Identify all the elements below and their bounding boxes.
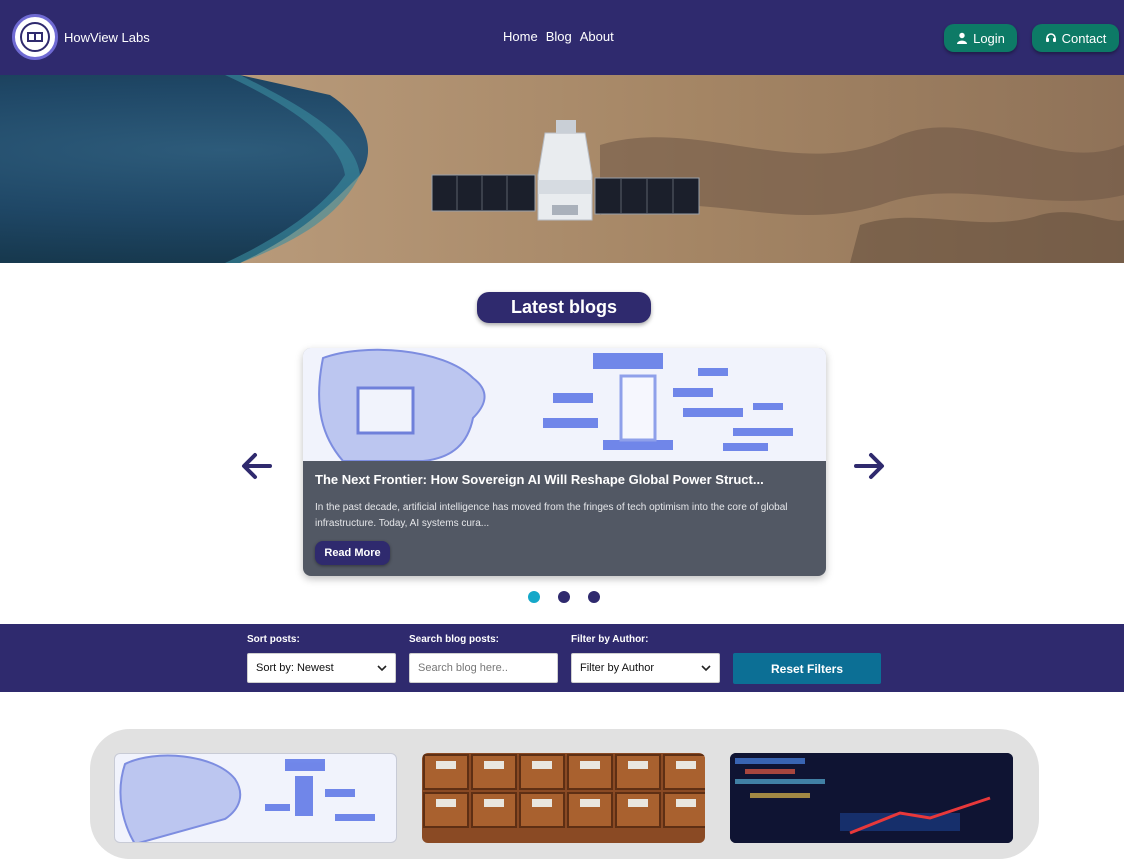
carousel-dots <box>528 591 600 603</box>
site-header: HowView Labs Home Blog About Login Conta… <box>0 0 1124 75</box>
blog-card-1-image[interactable] <box>114 753 397 843</box>
blog-card-3-image[interactable] <box>730 753 1013 843</box>
contact-label: Contact <box>1061 30 1107 46</box>
brand[interactable]: HowView Labs <box>12 14 150 60</box>
search-label: Search blog posts: <box>409 634 500 645</box>
user-icon <box>957 32 968 44</box>
hero-banner-image <box>0 75 1124 263</box>
carousel-dot-1[interactable] <box>528 591 540 603</box>
book-icon <box>27 32 43 42</box>
sort-label: Sort posts: <box>247 634 300 645</box>
featured-blog-title[interactable]: The Next Frontier: How Sovereign AI Will… <box>315 472 815 487</box>
search-input[interactable]: Search blog here.. <box>409 653 558 683</box>
carousel-next-arrow-icon[interactable] <box>852 448 888 484</box>
blog-grid <box>90 729 1039 859</box>
author-filter-label: Filter by Author: <box>571 634 649 645</box>
read-more-button[interactable]: Read More <box>315 541 390 565</box>
latest-blogs-heading: Latest blogs <box>477 292 651 323</box>
carousel-dot-3[interactable] <box>588 591 600 603</box>
chevron-down-icon <box>377 665 387 672</box>
filter-bar: Sort posts: Sort by: Newest Search blog … <box>0 624 1124 692</box>
brand-name[interactable]: HowView Labs <box>64 30 150 45</box>
contact-button[interactable]: Contact <box>1032 24 1119 52</box>
sort-select-value: Sort by: Newest <box>256 662 334 674</box>
headset-icon <box>1045 33 1056 42</box>
chevron-down-icon <box>701 665 711 672</box>
reset-filters-button[interactable]: Reset Filters <box>733 653 881 684</box>
logo[interactable] <box>12 14 58 60</box>
author-filter-select[interactable]: Filter by Author <box>571 653 720 683</box>
carousel-prev-arrow-icon[interactable] <box>238 448 274 484</box>
login-button[interactable]: Login <box>944 24 1017 52</box>
main-nav: Home Blog About <box>503 29 614 44</box>
login-label: Login <box>973 30 1005 46</box>
sort-select[interactable]: Sort by: Newest <box>247 653 396 683</box>
featured-blog-image <box>303 348 826 462</box>
author-select-value: Filter by Author <box>580 662 654 674</box>
nav-about-link[interactable]: About <box>580 29 614 44</box>
logo-emblem-icon <box>20 22 50 52</box>
ai-head-circuit-image <box>303 348 826 462</box>
nav-home-link[interactable]: Home <box>503 29 538 44</box>
satellite-over-earth-image <box>225 75 1124 263</box>
carousel-dot-2[interactable] <box>558 591 570 603</box>
search-placeholder: Search blog here.. <box>418 662 508 674</box>
blog-card-2-image[interactable] <box>422 753 705 843</box>
featured-blog-card[interactable]: The Next Frontier: How Sovereign AI Will… <box>303 348 826 576</box>
featured-blog-excerpt: In the past decade, artificial intellige… <box>315 502 788 529</box>
nav-blog-link[interactable]: Blog <box>546 29 572 44</box>
